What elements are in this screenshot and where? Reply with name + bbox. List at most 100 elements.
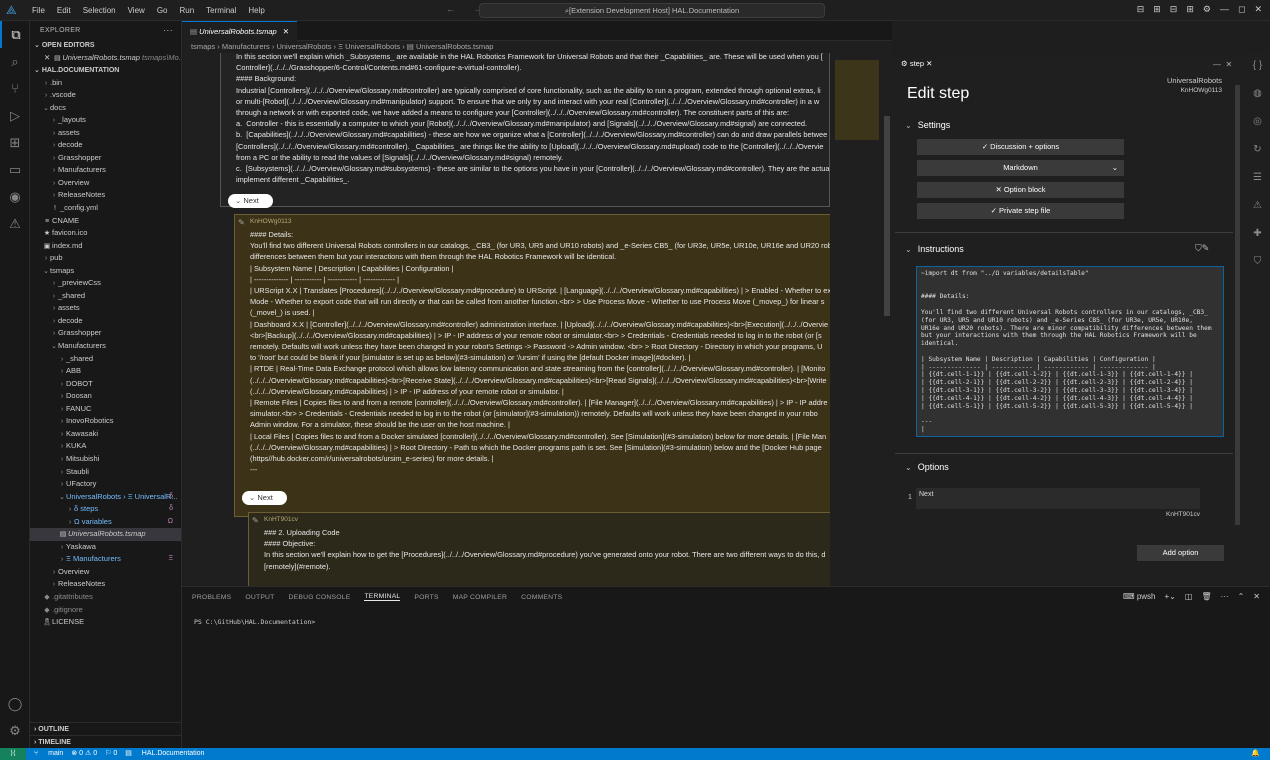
tree-folder[interactable]: › KUKA — [30, 440, 181, 453]
tree-folder[interactable]: › ReleaseNotes — [30, 189, 181, 202]
tree-file[interactable]: ★ favicon.ico — [30, 227, 181, 240]
tree-file[interactable]: ≡ CNAME — [30, 215, 181, 228]
tree-folder[interactable]: › _layouts — [30, 114, 181, 127]
menu-item-view[interactable]: View — [122, 6, 151, 15]
close-icon[interactable]: ✕ — [44, 53, 50, 62]
extensions-icon[interactable]: ⊞ — [0, 129, 30, 156]
split-terminal-icon[interactable]: ◫ — [1185, 592, 1193, 601]
notifications-bell-icon[interactable]: 🔔 — [1251, 748, 1260, 760]
menu-item-selection[interactable]: Selection — [77, 6, 122, 15]
option-block-toggle[interactable]: ✕ Option block — [917, 182, 1124, 198]
tree-folder[interactable]: › Staubli — [30, 466, 181, 479]
panel-tab-ports[interactable]: PORTS — [414, 594, 438, 601]
tree-folder[interactable]: › Ξ Manufacturers Ξ — [30, 553, 181, 566]
refresh-icon[interactable]: ↻ — [1245, 136, 1270, 164]
tree-folder[interactable]: › Mitsubishi — [30, 453, 181, 466]
problems-indicator[interactable]: ⊗ 0 ⚠ 0 — [71, 748, 97, 760]
panel-tab-debug-console[interactable]: DEBUG CONSOLE — [289, 594, 351, 601]
tree-file[interactable]: ▣ index.md — [30, 240, 181, 253]
settings-section[interactable]: ⌄ Settings — [905, 120, 950, 130]
panel-tab-output[interactable]: OUTPUT — [245, 594, 274, 601]
remote-indicator-icon[interactable]: ⟩⟨ — [0, 748, 26, 760]
panel-tab-terminal[interactable]: TERMINAL — [364, 593, 401, 601]
menu-item-file[interactable]: File — [26, 6, 51, 15]
explorer-icon[interactable]: ⧉ — [0, 21, 30, 48]
open-editors-section[interactable]: ⌄ OPEN EDITORS — [30, 40, 181, 52]
terminal-icon[interactable]: ⌨ pwsh — [1123, 592, 1155, 601]
panel-tab-problems[interactable]: PROBLEMS — [192, 594, 231, 601]
edit-icon[interactable]: ✎ — [252, 516, 259, 525]
puzzle-icon[interactable]: ✚ — [1245, 220, 1270, 248]
tree-folder[interactable]: › Manufacturers — [30, 164, 181, 177]
globe-icon[interactable]: ◍ — [1245, 80, 1270, 108]
command-center[interactable]: ⌕[Extension Development Host] HAL.Docume… — [479, 3, 825, 18]
edit-pencil-icon[interactable]: ⛉✎ — [1195, 243, 1209, 254]
instructions-section[interactable]: ⌄ Instructions — [905, 244, 964, 254]
next-option-button-2[interactable]: ⌄ Next — [242, 491, 287, 505]
github-icon[interactable]: ◉ — [0, 183, 30, 210]
tree-folder[interactable]: › .vscode — [30, 89, 181, 102]
breadcrumb[interactable]: tsmaps › Manufacturers › UniversalRobots… — [182, 41, 892, 53]
tree-folder[interactable]: › Overview — [30, 177, 181, 190]
toggle-sidebar-icon[interactable]: ⊟ — [1137, 4, 1145, 15]
menu-item-go[interactable]: Go — [151, 6, 174, 15]
editor-tab-universalrobots[interactable]: ▤ UniversalRobots.tsmap ✕ — [182, 21, 297, 41]
option-target[interactable]: KnHT901cv — [1166, 511, 1200, 518]
open-editor-item[interactable]: ✕ ▤ UniversalRobots.tsmap tsmaps\Mo... — [30, 52, 181, 65]
workspace-section[interactable]: ⌄ HAL.DOCUMENTATION — [30, 65, 181, 77]
tree-folder[interactable]: › FANUC — [30, 403, 181, 416]
edit-icon[interactable]: ✎ — [238, 218, 245, 227]
branch-indicator[interactable]: ⑂ main — [34, 748, 63, 760]
accounts-gear-icon[interactable]: ⚙ — [1203, 4, 1211, 15]
close-tab-icon[interactable]: ✕ — [283, 27, 289, 36]
search-icon[interactable]: ⌕ — [0, 48, 30, 75]
menu-item-help[interactable]: Help — [242, 6, 270, 15]
tree-folder[interactable]: › InovoRobotics — [30, 415, 181, 428]
editor-scrollbar[interactable] — [884, 116, 890, 316]
tsmap-icon[interactable]: ⚠ — [1245, 192, 1270, 220]
maximize-icon[interactable]: ⌃ — [1238, 592, 1245, 601]
tree-file[interactable]: ▤ UniversalRobots.tsmap — [30, 528, 181, 541]
source-control-icon[interactable]: ⑂ — [0, 75, 30, 102]
tree-folder[interactable]: › Kawasaki — [30, 428, 181, 441]
close-icon[interactable]: ✕ — [926, 59, 932, 68]
tree-folder[interactable]: › assets — [30, 127, 181, 140]
tree-folder[interactable]: › ReleaseNotes — [30, 578, 181, 591]
customize-layout-icon[interactable]: ⊞ — [1186, 4, 1194, 15]
tree-folder[interactable]: › decode — [30, 139, 181, 152]
step-panel-scrollbar[interactable] — [1235, 85, 1240, 525]
list-icon[interactable]: ☰ — [1245, 164, 1270, 192]
tree-folder[interactable]: › _shared — [30, 353, 181, 366]
panel-tab-map-compiler[interactable]: MAP COMPILER — [453, 594, 507, 601]
discussion-options-toggle[interactable]: ✓ Discussion + options — [917, 139, 1124, 155]
menu-item-run[interactable]: Run — [173, 6, 200, 15]
tree-folder[interactable]: ⌄tsmaps — [30, 265, 181, 278]
tree-folder[interactable]: › .bin — [30, 77, 181, 90]
account-icon[interactable]: ◯ — [0, 690, 30, 717]
close-icon[interactable]: ✕ — [1225, 60, 1232, 69]
option-text-input[interactable]: Next — [916, 488, 1200, 509]
close-window-icon[interactable]: ✕ — [1254, 4, 1262, 15]
timeline-section[interactable]: › TIMELINE — [30, 735, 181, 748]
trash-icon[interactable]: 🗑 — [1201, 592, 1211, 601]
settings-gear-icon[interactable]: ⚙ — [0, 717, 30, 744]
tree-folder[interactable]: ⌄Manufacturers — [30, 340, 181, 353]
minimize-icon[interactable]: — — [1220, 4, 1229, 15]
tree-folder[interactable]: › _shared — [30, 290, 181, 303]
tree-folder[interactable]: › Grasshopper — [30, 152, 181, 165]
private-step-file-toggle[interactable]: ✓ Private step file — [917, 203, 1124, 219]
shield-icon[interactable]: ⛉ — [1245, 248, 1270, 276]
eye-icon[interactable]: ◎ — [1245, 108, 1270, 136]
tree-folder[interactable]: › ABB — [30, 365, 181, 378]
close-icon[interactable]: ✕ — [1253, 592, 1260, 601]
terminal-output[interactable]: PS C:\GitHub\HAL.Documentation> — [194, 618, 315, 626]
tree-folder[interactable]: › Overview — [30, 566, 181, 579]
tsmap-icon[interactable]: ⚠ — [0, 210, 30, 237]
menu-item-edit[interactable]: Edit — [51, 6, 77, 15]
tree-file[interactable]: ◆ .gitattributes — [30, 591, 181, 604]
options-section[interactable]: ⌄ Options — [905, 462, 949, 472]
more-actions-icon[interactable]: ··· — [1221, 592, 1229, 601]
tree-file[interactable]: ! _config.yml — [30, 202, 181, 215]
remote-explorer-icon[interactable]: ▭ — [0, 156, 30, 183]
tree-folder[interactable]: › _previewCss — [30, 277, 181, 290]
